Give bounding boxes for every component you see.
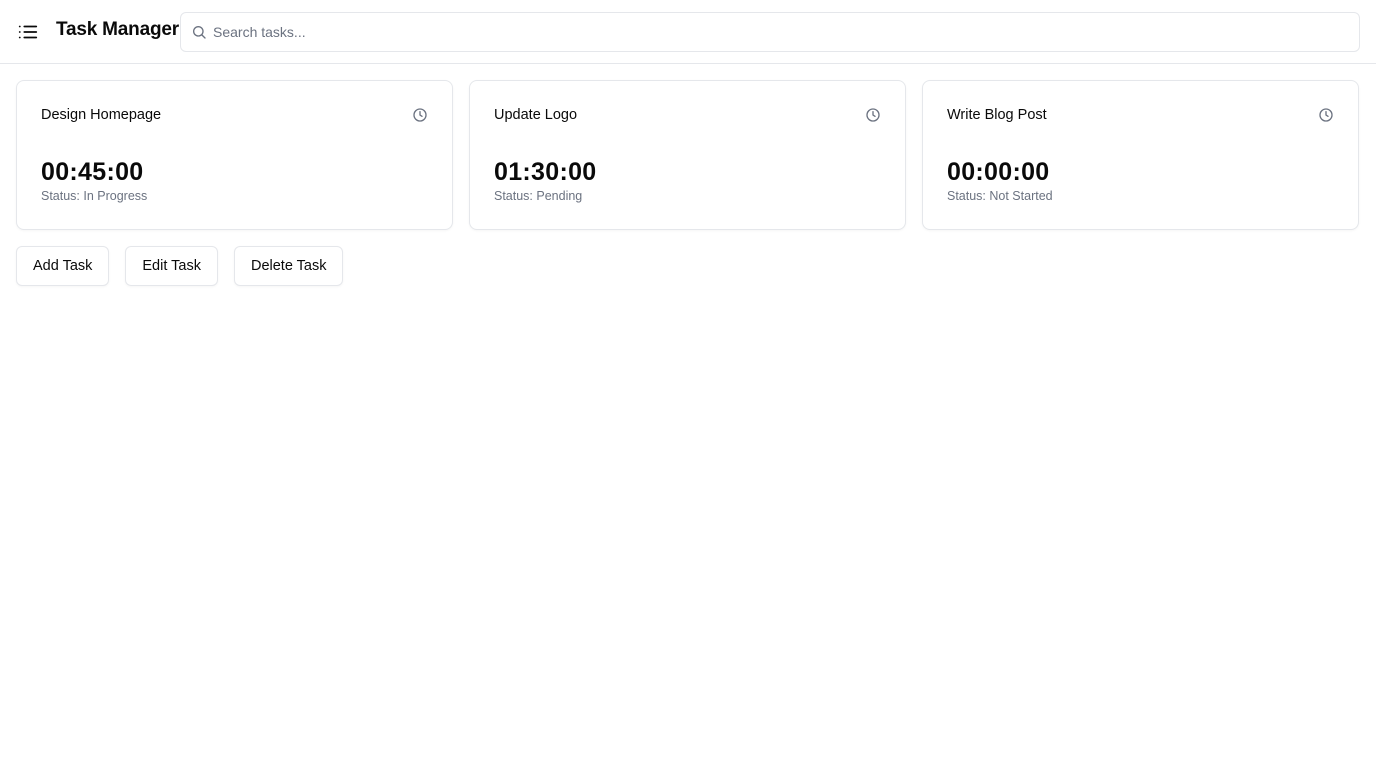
search-bar[interactable] xyxy=(180,12,1360,52)
task-card[interactable]: Write Blog Post 00:00:00 Status: Not Sta… xyxy=(922,80,1359,230)
task-card-list: Design Homepage 00:45:00 Status: In Prog… xyxy=(16,80,1360,230)
add-task-button[interactable]: Add Task xyxy=(16,246,110,286)
task-title: Write Blog Post xyxy=(947,107,1047,123)
task-timer: 01:30:00 xyxy=(494,158,597,186)
clock-icon xyxy=(866,108,880,122)
task-title: Design Homepage xyxy=(41,107,162,123)
task-status: Status: Not Started xyxy=(947,189,1053,203)
delete-task-button[interactable]: Delete Task xyxy=(233,246,344,286)
app-header: Task Manager xyxy=(0,0,1376,64)
task-title: Update Logo xyxy=(494,107,578,123)
task-card[interactable]: Design Homepage 00:45:00 Status: In Prog… xyxy=(16,80,453,230)
app-title: Task Manager xyxy=(56,19,179,40)
task-timer: 00:00:00 xyxy=(947,158,1050,186)
list-icon xyxy=(18,25,38,39)
task-status: Status: Pending xyxy=(494,189,583,203)
clock-icon xyxy=(413,108,427,122)
clock-icon xyxy=(1319,108,1333,122)
edit-task-button[interactable]: Edit Task xyxy=(125,246,218,286)
menu-button[interactable] xyxy=(16,20,40,44)
task-timer: 00:45:00 xyxy=(41,158,144,186)
search-icon xyxy=(193,26,206,39)
task-card[interactable]: Update Logo 01:30:00 Status: Pending xyxy=(469,80,906,230)
task-status: Status: In Progress xyxy=(41,189,148,203)
search-input[interactable] xyxy=(213,13,1353,51)
task-actions: Add Task Edit Task Delete Task xyxy=(16,246,344,286)
